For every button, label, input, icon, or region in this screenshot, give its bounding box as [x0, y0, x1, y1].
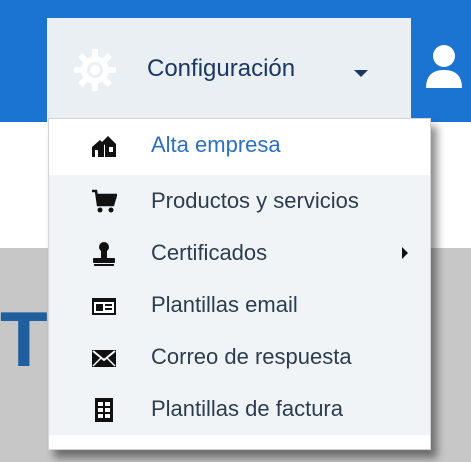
stamp-icon: [93, 242, 115, 266]
menu-item-label: Plantillas email: [151, 292, 298, 317]
email-template-icon: [92, 298, 116, 315]
buildings-icon: [92, 136, 116, 157]
menu-item-label: Productos y servicios: [151, 188, 359, 213]
configuration-menu-label: Configuración: [147, 55, 296, 82]
chevron-right-icon: [402, 247, 408, 259]
menu-item-alta-empresa[interactable]: Alta empresa: [49, 119, 430, 171]
user-icon[interactable]: [424, 42, 464, 90]
configuration-dropdown-menu: Alta empresa Productos y servicios Certi…: [48, 118, 431, 450]
chevron-down-icon: [354, 70, 368, 77]
menu-item-label: Plantillas de factura: [151, 396, 343, 421]
cart-icon: [92, 189, 117, 213]
menu-item-plantillas-email[interactable]: Plantillas email: [49, 279, 430, 331]
gear-icon: [74, 49, 116, 91]
menu-item-label: Alta empresa: [151, 132, 281, 157]
menu-item-correo-de-respuesta[interactable]: Correo de respuesta: [49, 331, 430, 383]
menu-item-label: Certificados: [151, 240, 268, 265]
menu-item-productos-y-servicios[interactable]: Productos y servicios: [49, 175, 430, 227]
menu-item-plantillas-de-factura[interactable]: Plantillas de factura: [49, 383, 430, 435]
page-heading-fragment: T: [0, 295, 48, 383]
menu-item-certificados[interactable]: Certificados: [49, 227, 430, 279]
invoice-template-icon: [95, 398, 113, 422]
menu-item-label: Correo de respuesta: [151, 344, 352, 369]
configuration-menu-toggle[interactable]: Configuración: [47, 18, 411, 122]
envelope-icon: [92, 350, 116, 367]
